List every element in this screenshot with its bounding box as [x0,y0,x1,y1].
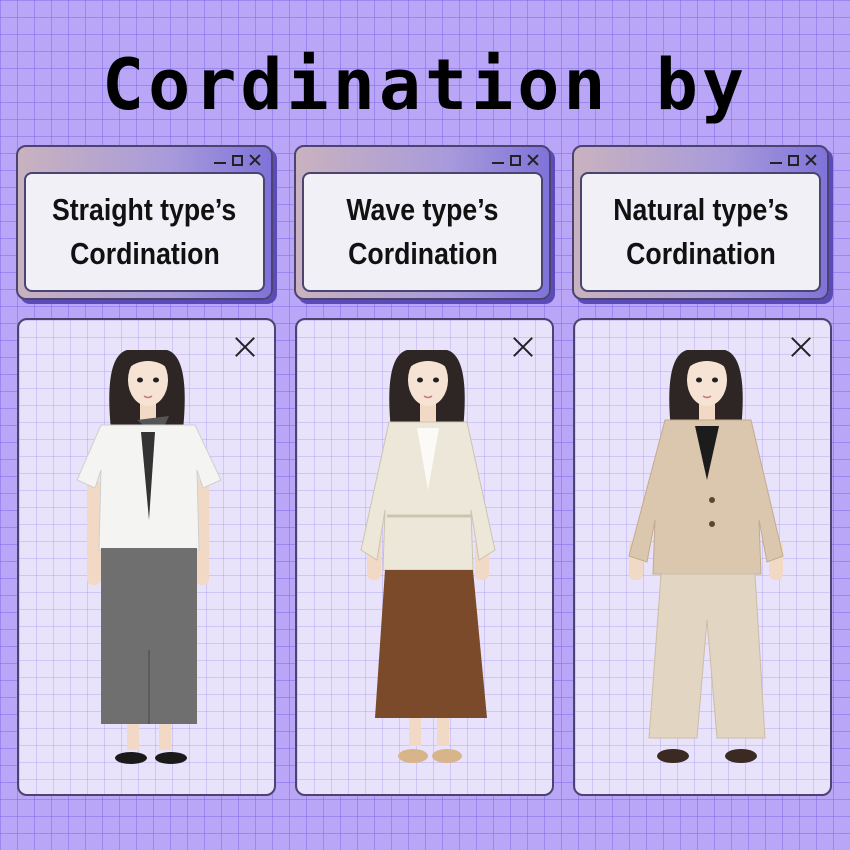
window-controls [770,153,817,167]
card-label-line2: Cordination [347,236,498,271]
card-label: Straight type’s Cordination [24,172,265,292]
close-icon[interactable] [249,154,261,166]
outfit-panel-natural [573,318,832,796]
card-natural-header: Natural type’s Cordination [572,145,829,300]
minimize-icon[interactable] [770,154,782,166]
close-icon[interactable] [805,154,817,166]
card-label-line1: Straight type’s [52,192,237,227]
maximize-icon[interactable] [232,154,243,166]
close-icon[interactable] [527,154,539,166]
card-label-line1: Natural type’s [612,192,789,227]
window-controls [492,153,539,167]
straight-outfit-illustration [76,350,222,764]
outfit-panel-wave [295,318,554,796]
window-controls [214,153,261,167]
card-straight-header: Straight type’s Cordination [16,145,273,300]
card-wave-header: Wave type’s Cordination [294,145,551,300]
card-label-line2: Cordination [69,236,220,271]
minimize-icon[interactable] [492,154,504,166]
maximize-icon[interactable] [510,154,521,166]
card-label: Wave type’s Cordination [302,172,543,292]
maximize-icon[interactable] [788,154,799,166]
card-label: Natural type’s Cordination [580,172,821,292]
card-label-line2: Cordination [625,236,776,271]
card-label-line1: Wave type’s [346,192,499,227]
natural-outfit-illustration [628,350,784,763]
wave-outfit-illustration [360,350,496,763]
minimize-icon[interactable] [214,154,226,166]
outfit-panel-straight [17,318,276,796]
